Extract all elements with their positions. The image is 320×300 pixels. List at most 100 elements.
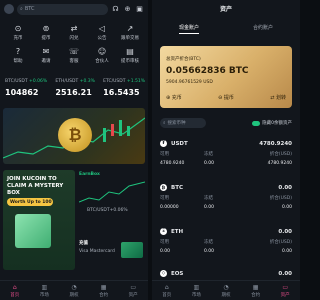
gift-box-icon <box>15 214 51 248</box>
nav-market[interactable]: ▥ 市场 <box>182 281 212 300</box>
shortcut-deposit[interactable]: ⊙ 充币 <box>4 22 32 42</box>
shortcut-swap[interactable]: ⇄ 闪兑 <box>60 22 88 42</box>
mini-sparkline <box>79 181 145 203</box>
market-icon: ▥ <box>41 283 48 291</box>
promo-mystery-box[interactable]: JOIN KUCOIN TO CLAIM A MYSTERY BOX Worth… <box>3 170 75 270</box>
shortcut-review[interactable]: ▤ 提币审核 <box>116 45 144 65</box>
home-icon: ⌂ <box>12 283 17 291</box>
shortcut-announcement[interactable]: ◁ 公告 <box>88 22 116 42</box>
page-title: 资产 <box>219 6 232 13</box>
asset-available: 0.00 <box>160 249 171 254</box>
asset-frozen: 0.00 <box>204 205 215 210</box>
nav-assets[interactable]: ▭ 资产 <box>270 281 300 300</box>
asset-search-input[interactable]: ⌕ 搜索币种 <box>160 118 206 128</box>
shortcut-partner[interactable]: ☺ 合伙人 <box>88 45 116 65</box>
search-icon: ⌕ <box>20 6 23 12</box>
chart-icon: ↗ <box>126 23 134 33</box>
asset-available: 4780.9240 <box>160 161 185 166</box>
avatar[interactable] <box>4 4 14 14</box>
asset-converted: 0.00 <box>281 205 292 210</box>
mini-chart-card[interactable]: EarnBox BTC/USDT+0.06% <box>79 172 145 222</box>
market-item-eth[interactable]: ETH/USDT +0.3% 2516.21 <box>55 79 95 97</box>
market-price: 16.5435 <box>103 88 140 97</box>
balance-actions: ⊕ 充币 ⊖ 提币 ⇄ 划转 <box>166 94 286 101</box>
bitcoin-icon: ₿ <box>160 184 167 191</box>
search-placeholder: BTC <box>24 6 35 12</box>
withdraw-button[interactable]: ⊖ 提币 <box>218 94 234 101</box>
nav-market[interactable]: ▥ 市场 <box>30 281 60 300</box>
options-icon: ◔ <box>71 283 77 291</box>
shortcut-invite[interactable]: ✉ 邀请 <box>32 45 60 65</box>
globe-icon[interactable]: ⊕ <box>123 5 132 13</box>
nav-contract[interactable]: ▦ 合约 <box>89 281 119 300</box>
shortcut-withdraw[interactable]: ⊚ 提币 <box>32 22 60 42</box>
hide-zero-toggle[interactable]: 隐藏0余额资产 <box>252 120 292 126</box>
shortcut-help[interactable]: ? 帮助 <box>4 45 32 65</box>
market-price: 2516.21 <box>55 88 92 97</box>
asset-total: 0.00 <box>278 228 292 235</box>
mini-chart-pair: BTC/USDT+0.06% <box>87 208 128 213</box>
market-change: +0.3% <box>79 79 95 84</box>
swap-icon: ⇄ <box>70 23 78 33</box>
credit-card-icon <box>121 242 143 258</box>
nav-contract[interactable]: ▦ 合约 <box>241 281 271 300</box>
options-icon: ◔ <box>223 283 229 291</box>
tab-contract-account[interactable]: 合约账户 <box>253 24 273 34</box>
shortcut-grid: ⊙ 充币 ⊚ 提币 ⇄ 闪兑 ◁ 公告 ↗ 跟单交易 ? 帮助 ✉ 邀请 ☏ 客服 ☺ 合伙人 ▤… <box>4 22 144 65</box>
shortcut-support[interactable]: ☏ 客服 <box>60 45 88 65</box>
market-item-btc[interactable]: BTC/USDT +0.06% 104862 <box>5 79 47 97</box>
bitcoin-banner[interactable]: ₿ <box>3 108 145 164</box>
withdraw-icon: ⊚ <box>42 23 50 33</box>
asset-row-eth[interactable]: Ξ ETH 0.00 可用 冻结 折合(USD) 0.00 0.00 0.00 <box>160 228 292 268</box>
partner-icon: ☺ <box>97 46 107 56</box>
contract-icon: ▦ <box>100 283 107 291</box>
search-input[interactable]: ⌕ BTC <box>17 3 108 15</box>
nav-home[interactable]: ⌂ 首页 <box>152 281 182 300</box>
asset-total: 4780.9240 <box>259 140 292 147</box>
bottom-nav: ⌂ 首页 ▥ 市场 ◔ 期权 ▦ 合约 ▭ 资产 <box>152 280 300 300</box>
balance-fiat: 5904.96761529 USD <box>166 80 213 85</box>
nav-assets[interactable]: ▭ 资产 <box>118 281 148 300</box>
asset-total: 0.00 <box>278 270 292 277</box>
invite-icon: ✉ <box>42 46 50 56</box>
scan-icon[interactable]: ▣ <box>135 5 144 13</box>
home-icon: ⌂ <box>164 283 169 291</box>
asset-row-usdt[interactable]: ₮ USDT 4780.9240 可用 冻结 折合(USD) 4780.9240 0.00… <box>160 140 292 180</box>
market-change: +1.51% <box>126 79 145 84</box>
asset-row-eos[interactable]: ◇ EOS 0.00 <box>160 270 292 280</box>
market-pair: ETC/USDT <box>103 79 126 84</box>
market-item-etc[interactable]: ETC/USDT +1.51% 16.5435 <box>103 79 145 97</box>
wallet-icon: ▭ <box>130 283 136 291</box>
shortcut-copy-trade[interactable]: ↗ 跟单交易 <box>116 22 144 42</box>
deposit-button[interactable]: ⊕ 充币 <box>166 94 182 101</box>
market-price: 104862 <box>5 88 39 97</box>
megaphone-icon: ◁ <box>98 23 106 33</box>
search-icon: ⌕ <box>163 121 166 126</box>
nav-home[interactable]: ⌂ 首页 <box>0 281 30 300</box>
asset-frozen: 0.00 <box>204 249 215 254</box>
asset-name: USDT <box>171 140 188 147</box>
asset-converted: 4780.9240 <box>267 161 292 166</box>
ethereum-icon: Ξ <box>160 228 167 235</box>
buy-crypto-card[interactable]: 充值 Visa Mastercard <box>79 240 145 268</box>
home-screen: ⌕ BTC ☊ ⊕ ▣ ⊙ 充币 ⊚ 提币 ⇄ 闪兑 ◁ 公告 ↗ 跟单交易 ? 帮助 ✉ 邀… <box>0 0 148 300</box>
market-icon: ▥ <box>193 283 200 291</box>
headset-icon[interactable]: ☊ <box>111 5 120 13</box>
promo-headline: JOIN KUCOIN TO CLAIM A MYSTERY BOX <box>7 176 64 196</box>
review-icon: ▤ <box>126 46 134 56</box>
tether-icon: ₮ <box>160 140 167 147</box>
wallet-icon: ▭ <box>282 283 288 291</box>
promo-button[interactable]: Worth Up to 100 <box>7 198 53 206</box>
nav-options[interactable]: ◔ 期权 <box>211 281 241 300</box>
nav-options[interactable]: ◔ 期权 <box>59 281 89 300</box>
asset-converted: 0.00 <box>281 249 292 254</box>
toggle-switch[interactable] <box>252 120 261 126</box>
market-change: +0.06% <box>29 79 48 84</box>
tab-cash-account[interactable]: 现金账户 <box>178 24 199 34</box>
asset-name: BTC <box>171 184 183 191</box>
asset-total: 0.00 <box>278 184 292 191</box>
transfer-button[interactable]: ⇄ 划转 <box>270 94 286 101</box>
balance-card: 总资产折合(BTC) 0.05662836 BTC 5904.96761529 … <box>160 46 292 108</box>
mini-chart-tag: EarnBox <box>79 172 100 177</box>
asset-row-btc[interactable]: ₿ BTC 0.00 可用 冻结 折合(USD) 0.00000 0.00 0.00 <box>160 184 292 224</box>
